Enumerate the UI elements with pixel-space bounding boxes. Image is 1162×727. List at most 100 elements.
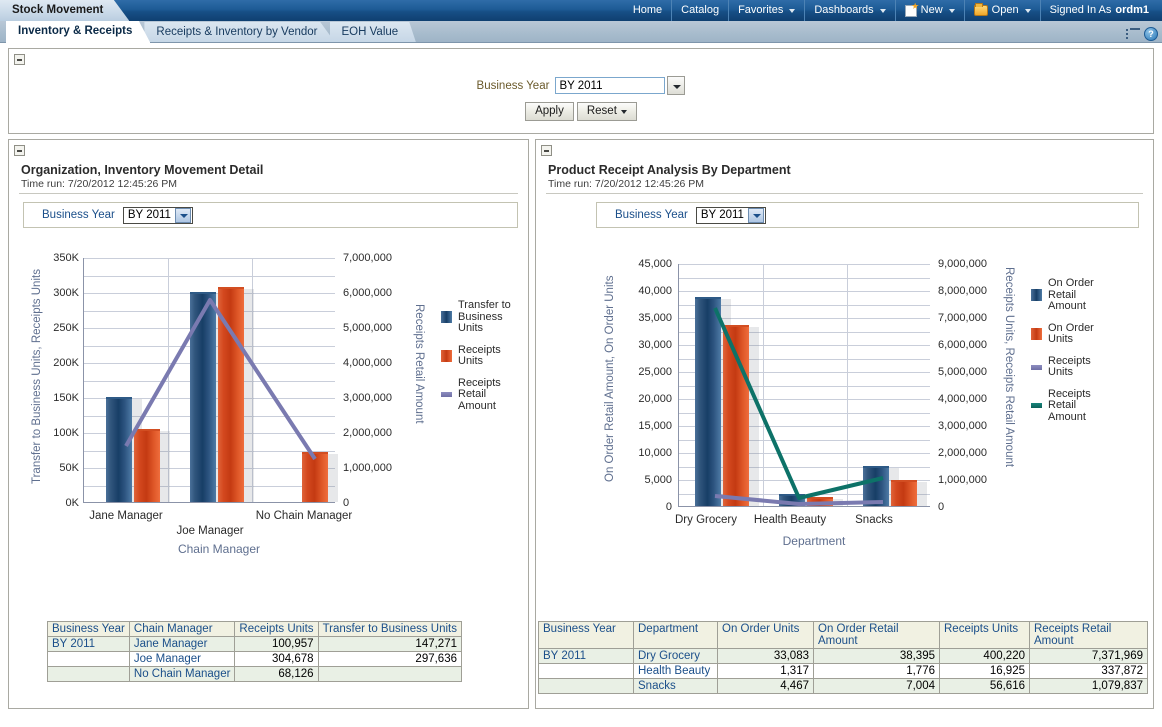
left-business-year-value: BY 2011 (127, 209, 171, 221)
legend-item[interactable]: Transfer to Business Units (441, 299, 511, 335)
legend-item[interactable]: On Order Retail Amount (1031, 277, 1095, 313)
y2-tick: 3,000,000 (343, 392, 392, 404)
prompt-buttons: Apply Reset (525, 102, 637, 121)
chevron-down-icon[interactable] (174, 207, 191, 223)
cell-business-year (538, 663, 634, 679)
reset-button[interactable]: Reset (576, 102, 637, 121)
folder-icon (973, 3, 988, 16)
legend-swatch-line-icon (1031, 364, 1042, 370)
nav-catalog[interactable]: Catalog (672, 0, 730, 21)
prompt-business-year-combo[interactable] (555, 76, 686, 95)
legend-label: Receipts Units (458, 343, 501, 367)
y-tick: 250K (53, 322, 79, 334)
y2-tick: 5,000,000 (343, 322, 392, 334)
cell-transfer-business-units (317, 666, 463, 682)
app-title-tab[interactable]: Stock Movement (0, 0, 130, 21)
left-report-selector-box: Business Year BY 2011 (23, 202, 518, 228)
y2-tick: 3,000,000 (938, 420, 987, 432)
legend-label: Receipts Retail Amount (458, 376, 501, 412)
y-tick: 0 (665, 501, 672, 513)
chevron-down-icon[interactable] (747, 207, 764, 223)
right-selector-label: Business Year (615, 209, 688, 221)
x-category-label: No Chain Manager (255, 510, 353, 522)
collapse-left-report-icon[interactable] (14, 145, 25, 156)
collapse-right-report-icon[interactable] (541, 145, 552, 156)
nav-catalog-label: Catalog (681, 4, 720, 16)
new-page-icon (904, 4, 917, 17)
table-header-row: Business Year Department On Order Units … (538, 621, 1148, 649)
column-header: Receipts Retail Amount (1029, 621, 1148, 649)
table-row: Health Beauty 1,317 1,776 16,925 337,872 (538, 663, 1148, 679)
y2-tick: 7,000,000 (343, 252, 392, 264)
tab-bar-tools: ? (1126, 27, 1162, 43)
dashboard-tab-bar: Inventory & Receipts Receipts & Inventor… (0, 21, 1162, 43)
cell-on-order-retail-amount: 38,395 (813, 648, 940, 664)
signed-in-username: ordm1 (1115, 4, 1149, 16)
column-header: Receipts Units (939, 621, 1030, 649)
nav-home[interactable]: Home (624, 0, 673, 21)
left-chart-x-axis-title: Chain Manager (177, 542, 261, 556)
right-business-year-select[interactable]: BY 2011 (695, 206, 766, 224)
legend-item[interactable]: On Order Units (1031, 322, 1095, 346)
column-header: Chain Manager (128, 621, 236, 637)
nav-new[interactable]: New (896, 0, 965, 21)
table-header-row: Business Year Chain Manager Receipts Uni… (47, 621, 463, 637)
apply-button[interactable]: Apply (525, 102, 574, 121)
column-header: On Order Units (717, 621, 814, 649)
y-tick: 45,000 (638, 258, 672, 270)
dashboard-prompt-panel: Business Year Apply Reset (8, 48, 1154, 134)
x-category-label: Jane Manager (89, 510, 163, 522)
left-business-year-select[interactable]: BY 2011 (122, 206, 193, 224)
left-selector-label: Business Year (42, 209, 115, 221)
business-year-input[interactable] (555, 77, 666, 94)
y-tick: 25,000 (638, 366, 672, 378)
tab-inventory-and-receipts[interactable]: Inventory & Receipts (6, 21, 151, 43)
global-nav: Home Catalog Favorites Dashboards New Op… (624, 0, 1162, 21)
legend-item[interactable]: Receipts Retail Amount (441, 376, 511, 413)
cell-business-year (47, 651, 130, 667)
legend-label: On Order Retail Amount (1048, 277, 1094, 312)
cell-business-year (538, 678, 634, 694)
cell-business-year: BY 2011 (538, 648, 634, 664)
chevron-down-icon (620, 110, 627, 114)
collapse-prompt-icon[interactable] (14, 54, 25, 65)
nav-dashboards[interactable]: Dashboards (805, 0, 896, 21)
legend-swatch-line-icon (441, 392, 452, 398)
left-chart: Transfer to Business Units, Receipts Uni… (9, 234, 528, 556)
nav-open-label: Open (991, 4, 1019, 16)
legend-item[interactable]: Receipts Retail Amount (1031, 388, 1095, 424)
left-report-timestamp: Time run: 7/20/2012 12:45:26 PM (21, 178, 178, 190)
tab-receipts-and-inventory-by-vendor[interactable]: Receipts & Inventory by Vendor (144, 22, 336, 43)
page-options-icon[interactable] (1126, 27, 1141, 41)
y2-tick: 6,000,000 (343, 287, 392, 299)
x-category-label: Snacks (855, 514, 893, 526)
y2-tick: 7,000,000 (938, 312, 987, 324)
y-tick: 150K (53, 392, 79, 404)
left-plot-area (83, 258, 338, 503)
cell-transfer-business-units: 297,636 (317, 651, 463, 667)
nav-new-label: New (920, 4, 943, 16)
signed-in-as[interactable]: Signed In As ordm1 (1041, 0, 1158, 21)
cell-on-order-retail-amount: 7,004 (813, 678, 940, 694)
nav-dashboards-label: Dashboards (814, 4, 874, 16)
y2-tick: 6,000,000 (938, 339, 987, 351)
cell-chain-manager: Joe Manager (128, 651, 236, 667)
nav-open[interactable]: Open (965, 0, 1041, 21)
legend-swatch-bar-icon (441, 311, 452, 324)
nav-favorites[interactable]: Favorites (729, 0, 806, 21)
y-tick: 10,000 (638, 447, 672, 459)
legend-swatch-bar-icon (441, 350, 452, 362)
tab-eoh-value[interactable]: EOH Value (329, 22, 417, 43)
help-icon[interactable]: ? (1144, 27, 1158, 41)
reset-button-label: Reset (586, 105, 617, 117)
global-header: Stock Movement Home Catalog Favorites Da… (0, 0, 1162, 21)
business-year-dropdown-button[interactable] (667, 76, 686, 95)
y2-tick: 5,000,000 (938, 366, 987, 378)
legend-item[interactable]: Receipts Units (441, 343, 511, 368)
cell-receipts-units: 16,925 (939, 663, 1030, 679)
left-line-series (124, 298, 317, 461)
chevron-down-icon (789, 9, 796, 13)
legend-item[interactable]: Receipts Units (1031, 355, 1095, 379)
y2-tick: 0 (343, 497, 350, 509)
cell-department: Health Beauty (633, 663, 718, 679)
